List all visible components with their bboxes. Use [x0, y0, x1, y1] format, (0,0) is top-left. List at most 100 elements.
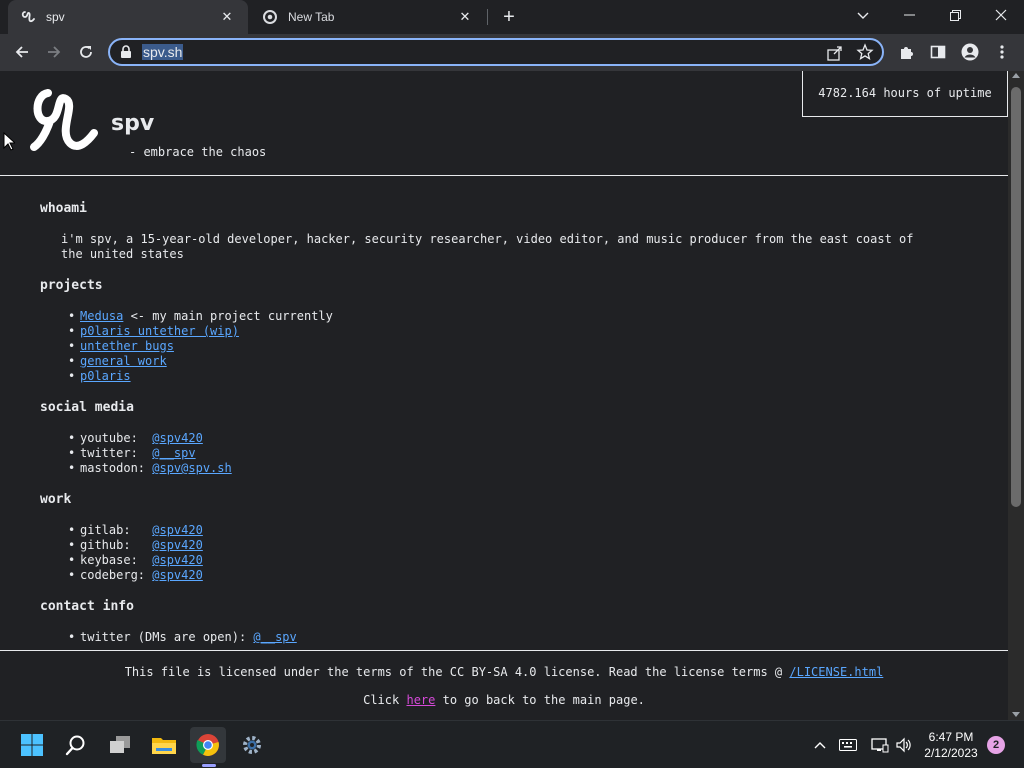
- tab-close-icon[interactable]: ✕: [218, 8, 236, 26]
- codeberg-link[interactable]: @spv420: [152, 568, 203, 582]
- restore-icon[interactable]: [932, 0, 978, 30]
- tab-close-icon[interactable]: ✕: [456, 8, 474, 26]
- list-item: keybase: @spv420: [68, 553, 980, 568]
- chrome-icon: [262, 9, 278, 25]
- youtube-link[interactable]: @spv420: [152, 431, 203, 445]
- side-panel-icon[interactable]: [924, 38, 952, 66]
- section-title-contact: contact info: [40, 599, 134, 614]
- site-name: spv: [111, 111, 155, 136]
- lock-icon[interactable]: [120, 45, 134, 59]
- project-link-untether-bugs[interactable]: untether bugs: [80, 339, 174, 353]
- minimize-icon[interactable]: [886, 0, 932, 30]
- back-line: Click here to go back to the main page.: [0, 693, 1008, 707]
- scrollbar-thumb[interactable]: [1011, 87, 1021, 507]
- taskbar: 6:47 PM 2/12/2023 2: [0, 720, 1024, 768]
- spv-logo-icon: [20, 9, 36, 25]
- network-icon[interactable]: [870, 735, 890, 755]
- social-list: youtube: @spv420 twitter: @__spv mastodo…: [68, 431, 980, 476]
- share-icon[interactable]: [826, 44, 844, 62]
- menu-icon[interactable]: [988, 38, 1016, 66]
- address-bar[interactable]: spv.sh: [108, 38, 884, 66]
- keybase-link[interactable]: @spv420: [152, 553, 203, 567]
- file-explorer-icon[interactable]: [146, 727, 182, 763]
- task-view-icon[interactable]: [102, 727, 138, 763]
- notification-badge[interactable]: 2: [987, 736, 1005, 754]
- system-clock[interactable]: 6:47 PM 2/12/2023: [916, 729, 986, 761]
- whoami-text: i'm spv, a 15-year-old developer, hacker…: [61, 232, 914, 261]
- list-item: twitter: @__spv: [68, 446, 980, 461]
- project-link-p0laris[interactable]: p0laris: [80, 369, 131, 383]
- list-item: youtube: @spv420: [68, 431, 980, 446]
- work-label: github:: [80, 538, 153, 552]
- chrome-taskbar-icon[interactable]: [190, 727, 226, 763]
- settings-icon[interactable]: [234, 727, 270, 763]
- list-item: mastodon: @spv@spv.sh: [68, 461, 980, 476]
- address-text[interactable]: spv.sh: [142, 44, 184, 60]
- license-line: This file is licensed under the terms of…: [0, 665, 1008, 679]
- contact-twitter-link[interactable]: @__spv: [253, 630, 296, 644]
- uptime-box: 4782.164 hours of uptime: [802, 71, 1008, 117]
- project-link-general-work[interactable]: general work: [80, 354, 167, 368]
- volume-icon[interactable]: [894, 735, 914, 755]
- section-title-whoami: whoami: [40, 201, 87, 216]
- back-link[interactable]: here: [406, 693, 435, 707]
- mouse-cursor-icon: [3, 131, 17, 152]
- tab-title: New Tab: [288, 10, 335, 24]
- header-divider: [0, 175, 1008, 176]
- page-viewport: spv - embrace the chaos 4782.164 hours o…: [0, 71, 1008, 720]
- tab-new-tab[interactable]: New Tab ✕: [250, 0, 486, 34]
- new-tab-button[interactable]: +: [498, 6, 520, 28]
- list-item: github: @spv420: [68, 538, 980, 553]
- tab-spv[interactable]: spv ✕: [8, 0, 248, 34]
- forward-icon[interactable]: [40, 38, 68, 66]
- project-link-p0laris-untether[interactable]: p0laris untether (wip): [80, 324, 239, 338]
- social-label: twitter:: [80, 446, 153, 460]
- mastodon-link[interactable]: @spv@spv.sh: [152, 461, 231, 475]
- project-note: <- my main project currently: [123, 309, 333, 323]
- list-item: Medusa <- my main project currently: [68, 309, 980, 324]
- work-list: gitlab: @spv420 github: @spv420 keybase:…: [68, 523, 980, 583]
- start-icon[interactable]: [14, 727, 50, 763]
- work-label: codeberg:: [80, 568, 153, 582]
- uptime-text: 4782.164 hours of uptime: [818, 85, 992, 100]
- list-item: gitlab: @spv420: [68, 523, 980, 538]
- license-link[interactable]: /LICENSE.html: [789, 665, 883, 679]
- tab-divider: [487, 9, 488, 25]
- show-hidden-icons-icon[interactable]: [810, 735, 830, 755]
- search-icon[interactable]: [58, 727, 94, 763]
- work-label: keybase:: [80, 553, 153, 567]
- social-label: mastodon:: [80, 461, 153, 475]
- list-item: p0laris: [68, 369, 980, 384]
- gitlab-link[interactable]: @spv420: [152, 523, 203, 537]
- bookmark-star-icon[interactable]: [856, 43, 874, 61]
- extensions-icon[interactable]: [892, 38, 920, 66]
- scroll-down-icon[interactable]: [1012, 712, 1020, 717]
- projects-list: Medusa <- my main project currently p0la…: [68, 309, 980, 384]
- browser-toolbar: spv.sh: [0, 34, 1024, 71]
- section-title-projects: projects: [40, 278, 103, 293]
- back-prefix: Click: [363, 693, 407, 707]
- project-link-medusa[interactable]: Medusa: [80, 309, 123, 323]
- keyboard-icon[interactable]: [838, 735, 858, 755]
- back-icon[interactable]: [8, 38, 36, 66]
- license-text: This file is licensed under the terms of…: [124, 665, 790, 679]
- tab-search-icon[interactable]: [852, 5, 874, 27]
- work-label: gitlab:: [80, 523, 153, 537]
- scroll-up-icon[interactable]: [1012, 73, 1020, 78]
- profile-icon[interactable]: [956, 38, 984, 66]
- contact-list: twitter (DMs are open): @__spv: [68, 630, 980, 645]
- main-content: whoami i'm spv, a 15-year-old developer,…: [40, 201, 980, 661]
- tab-title: spv: [46, 10, 65, 24]
- reload-icon[interactable]: [72, 38, 100, 66]
- tab-strip: spv ✕ New Tab ✕ +: [0, 0, 1024, 34]
- twitter-link[interactable]: @__spv: [152, 446, 195, 460]
- clock-time: 6:47 PM: [928, 730, 974, 744]
- section-title-social: social media: [40, 400, 134, 415]
- social-label: youtube:: [80, 431, 153, 445]
- back-suffix: to go back to the main page.: [435, 693, 645, 707]
- close-window-icon[interactable]: [978, 0, 1024, 30]
- page-scrollbar[interactable]: [1008, 71, 1024, 720]
- github-link[interactable]: @spv420: [152, 538, 203, 552]
- page-footer: This file is licensed under the terms of…: [0, 650, 1008, 720]
- active-app-indicator: [202, 764, 216, 767]
